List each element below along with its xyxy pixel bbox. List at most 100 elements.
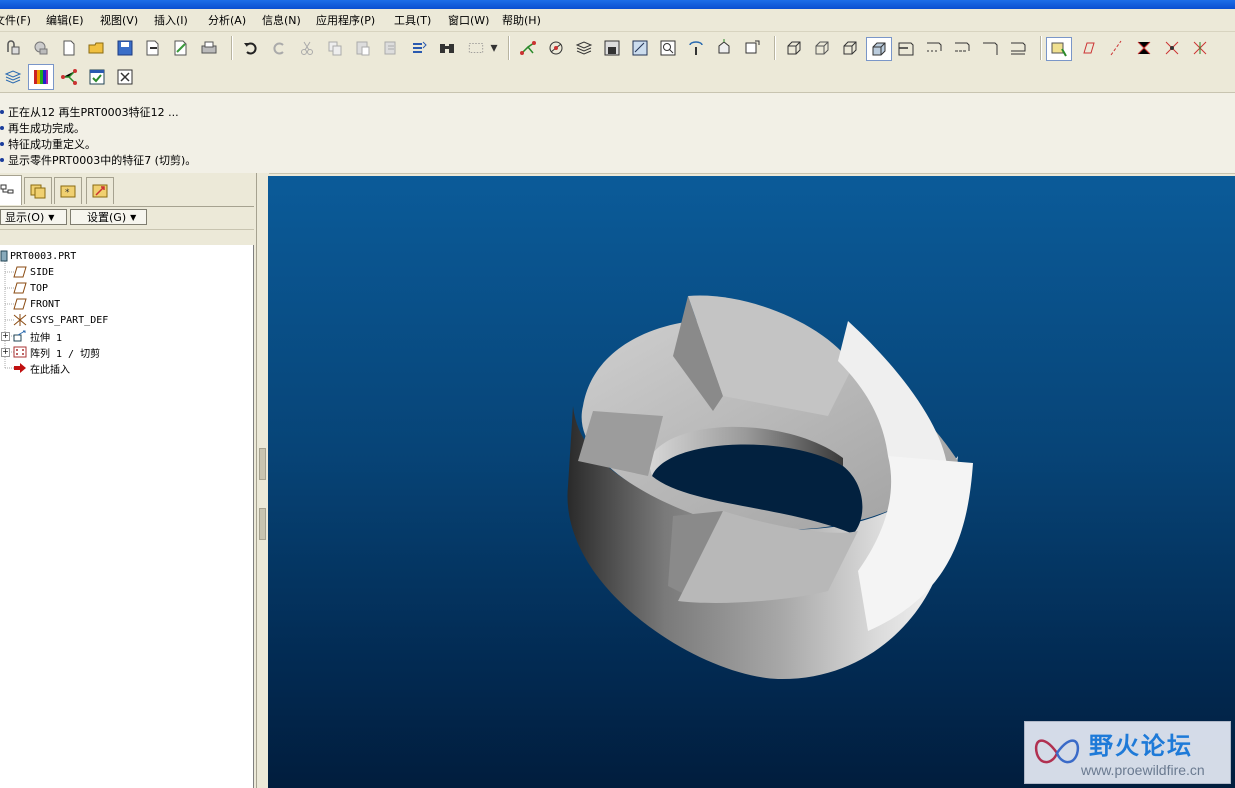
model-tree-tab[interactable]	[0, 175, 22, 205]
layers-icon[interactable]	[573, 37, 595, 59]
collapse-right-handle[interactable]	[259, 508, 266, 540]
search-icon[interactable]	[436, 37, 458, 59]
csys-tag-icon[interactable]	[1161, 37, 1183, 59]
tree-item-side[interactable]: SIDE	[13, 264, 54, 280]
tree-item-pattern[interactable]: 阵列 1 / 切剪	[13, 344, 100, 360]
bullet-icon	[0, 110, 4, 114]
chevron-down-icon: ▼	[130, 212, 137, 222]
copy-icon	[324, 37, 346, 59]
chevron-down-icon[interactable]: ▾	[488, 37, 500, 59]
menu-help[interactable]: 帮助(H)	[502, 12, 541, 28]
message-line: 显示零件PRT0003中的特征7 (切剪)。	[0, 152, 196, 168]
message-area: 正在从12 再生PRT0003特征12 ... 再生成功完成。 特征成功重定义。…	[0, 92, 1235, 174]
confirm-icon[interactable]	[86, 66, 108, 88]
regenerate-icon[interactable]	[408, 37, 430, 59]
annotations-toggle-icon[interactable]	[1007, 37, 1029, 59]
connections-tab[interactable]	[86, 177, 114, 204]
model-3d-view[interactable]	[268, 176, 1235, 788]
redo-icon	[268, 37, 290, 59]
menu-window[interactable]: 窗口(W)	[448, 12, 489, 28]
erase-memory-icon[interactable]	[30, 37, 52, 59]
menu-view[interactable]: 视图(V)	[100, 12, 138, 28]
datum-plane-display-icon[interactable]	[1046, 37, 1072, 61]
undo-icon[interactable]	[240, 37, 262, 59]
forum-watermark: 野火论坛 www.proewildfire.cn	[1024, 721, 1231, 784]
datum-planes-toggle-icon[interactable]	[895, 37, 917, 59]
datum-axes-toggle-icon[interactable]	[923, 37, 945, 59]
menu-tools[interactable]: 工具(T)	[394, 12, 431, 28]
datum-plane-icon	[13, 266, 27, 278]
tree-item-top[interactable]: TOP	[13, 280, 48, 296]
datum-axis-icon[interactable]	[517, 37, 539, 59]
open-icon[interactable]	[2, 37, 24, 59]
model-tree-toggle-icon[interactable]	[58, 66, 80, 88]
hidden-line-icon[interactable]	[811, 37, 833, 59]
selection-filter-icon[interactable]	[462, 37, 490, 59]
menu-applications[interactable]: 应用程序(P)	[316, 12, 375, 28]
plane-tag-icon[interactable]	[1077, 37, 1099, 59]
coordinate-systems-toggle-icon[interactable]	[979, 37, 1001, 59]
model-tree: PRT0003.PRT SIDE TOP FRONT CSYS_PART_DEF…	[0, 245, 254, 788]
watermark-title: 野火论坛	[1089, 732, 1193, 760]
message-line: 正在从12 再生PRT0003特征12 ...	[0, 104, 179, 120]
tree-root[interactable]: PRT0003.PRT	[0, 248, 76, 264]
orient-icon[interactable]	[713, 37, 735, 59]
expand-toggle[interactable]: +	[1, 348, 10, 357]
watermark-url: www.proewildfire.cn	[1081, 762, 1205, 778]
menu-insert[interactable]: 插入(I)	[154, 12, 188, 28]
chevron-down-icon: ▼	[48, 212, 55, 222]
tree-header: 显示(O) ▼ 设置(G) ▼	[0, 206, 254, 229]
bullet-icon	[0, 142, 4, 146]
menu-analysis[interactable]: 分析(A)	[208, 12, 246, 28]
point-tag-icon[interactable]	[1133, 37, 1155, 59]
bullet-icon	[0, 126, 4, 130]
rename-icon[interactable]	[170, 37, 192, 59]
view-manager-icon[interactable]	[629, 37, 651, 59]
layer-tree-icon[interactable]	[2, 66, 24, 88]
save-copy-icon[interactable]	[142, 37, 164, 59]
tree-item-extrude[interactable]: 拉伸 1	[13, 328, 62, 344]
datum-point-icon[interactable]	[545, 37, 567, 59]
bullet-icon	[0, 158, 4, 162]
open-folder-icon[interactable]	[86, 37, 108, 59]
menu-bar: 文件(F) 编辑(E) 视图(V) 插入(I) 分析(A) 信息(N) 应用程序…	[0, 9, 1235, 32]
tree-item-insert-here[interactable]: 在此插入	[13, 360, 70, 376]
expand-toggle[interactable]: +	[1, 332, 10, 341]
part-icon	[0, 250, 8, 262]
folder-browser-tab[interactable]	[24, 177, 52, 204]
svg-text:*: *	[65, 188, 70, 198]
collapse-left-handle[interactable]	[259, 448, 266, 480]
tree-item-front[interactable]: FRONT	[13, 296, 60, 312]
wireframe-icon[interactable]	[783, 37, 805, 59]
favorites-tab[interactable]: *	[54, 177, 82, 204]
saved-view-icon[interactable]	[601, 37, 623, 59]
print-icon[interactable]	[198, 37, 220, 59]
zoom-icon[interactable]	[657, 37, 679, 59]
tree-item-csys[interactable]: CSYS_PART_DEF	[13, 312, 108, 328]
no-hidden-icon[interactable]	[839, 37, 861, 59]
pattern-icon	[13, 346, 27, 358]
spin-center-tag-icon[interactable]	[1189, 37, 1211, 59]
insert-here-arrow-icon	[13, 362, 27, 374]
message-line: 再生成功完成。	[0, 120, 85, 136]
close-icon[interactable]	[114, 66, 136, 88]
show-dropdown[interactable]: 显示(O) ▼	[0, 209, 67, 225]
settings-dropdown[interactable]: 设置(G) ▼	[70, 209, 147, 225]
menu-edit[interactable]: 编辑(E)	[46, 12, 84, 28]
axis-tag-icon[interactable]	[1105, 37, 1127, 59]
save-icon[interactable]	[114, 37, 136, 59]
view-select-icon[interactable]	[741, 37, 763, 59]
spin-center-icon[interactable]	[685, 37, 707, 59]
butterfly-logo-icon	[1034, 739, 1080, 764]
appearance-gallery-icon[interactable]	[28, 64, 54, 90]
new-icon[interactable]	[58, 37, 80, 59]
point-symbols-toggle-icon[interactable]	[951, 37, 973, 59]
menu-info[interactable]: 信息(N)	[262, 12, 301, 28]
graphics-window[interactable]	[268, 176, 1235, 788]
window-title-bar	[0, 0, 1235, 9]
tree-column-header	[0, 229, 254, 246]
message-line: 特征成功重定义。	[0, 136, 96, 152]
menu-file[interactable]: 文件(F)	[0, 12, 31, 28]
coordinate-system-icon	[13, 314, 27, 326]
shading-icon[interactable]	[866, 37, 892, 61]
